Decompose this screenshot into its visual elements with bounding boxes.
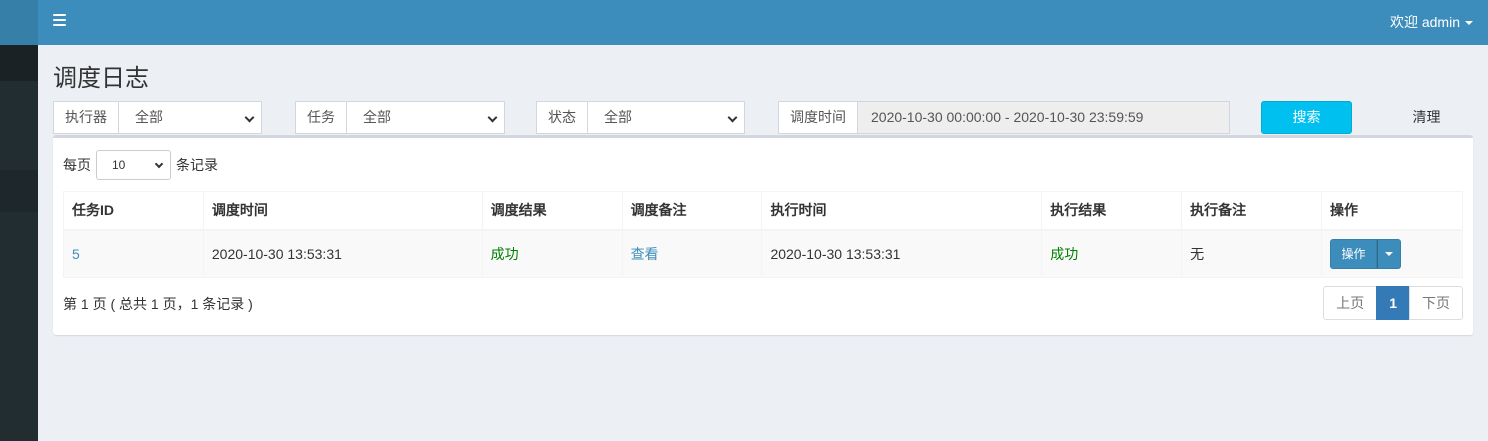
handle-msg-cell: 无	[1181, 229, 1323, 278]
time-label: 调度时间	[778, 101, 858, 134]
status-label: 状态	[536, 101, 588, 134]
job-id-link[interactable]: 5	[72, 246, 80, 262]
top-navbar: 欢迎 admin	[38, 0, 1488, 45]
current-page-button[interactable]: 1	[1376, 286, 1410, 320]
status-select-value: 全部	[604, 109, 632, 125]
job-select[interactable]: 全部	[347, 101, 505, 134]
chevron-down-icon	[727, 112, 738, 123]
trigger-time-cell: 2020-10-30 13:53:31	[202, 229, 483, 278]
sidebar	[0, 0, 38, 441]
handle-time-cell: 2020-10-30 13:53:31	[761, 229, 1043, 278]
page-title: 调度日志	[53, 65, 149, 92]
executor-filter: 执行器 全部	[53, 101, 262, 134]
page-length-control: 每页 10 条记录	[63, 150, 218, 180]
column-header[interactable]: 执行备注	[1181, 191, 1323, 231]
column-header[interactable]: 操作	[1321, 191, 1463, 231]
trigger-result: 成功	[490, 245, 519, 262]
job-label: 任务	[295, 101, 347, 134]
page-length-value: 10	[112, 158, 126, 172]
chevron-down-icon	[154, 159, 164, 169]
column-header[interactable]: 调度结果	[481, 191, 623, 231]
page-length-prefix: 每页	[63, 157, 91, 173]
table-header-row: 任务ID 调度时间 调度结果 调度备注 执行时间 执行结果 执行备注 操作	[63, 191, 1463, 231]
sidebar-item[interactable]	[0, 45, 38, 81]
handle-result: 成功	[1050, 245, 1079, 262]
pagination: 上页 1 下页	[1323, 286, 1463, 320]
column-header[interactable]: 执行结果	[1041, 191, 1183, 231]
time-range-input[interactable]: 2020-10-30 00:00:00 - 2020-10-30 23:59:5…	[858, 101, 1230, 134]
sidebar-item-active[interactable]	[0, 170, 38, 212]
table-row: 5 2020-10-30 13:53:31 成功 查看 2020-10-30 1…	[63, 229, 1463, 278]
status-select[interactable]: 全部	[588, 101, 745, 134]
column-header[interactable]: 调度时间	[202, 191, 483, 231]
pagination-info: 第 1 页 ( 总共 1 页，1 条记录 )	[63, 296, 253, 312]
clear-button[interactable]: 清理	[1381, 101, 1472, 134]
column-header[interactable]: 执行时间	[761, 191, 1043, 231]
executor-select[interactable]: 全部	[119, 101, 262, 134]
column-header[interactable]: 任务ID	[63, 191, 204, 231]
chevron-down-icon	[244, 112, 255, 123]
executor-select-value: 全部	[135, 109, 163, 125]
user-menu-label: 欢迎 admin	[1389, 14, 1460, 30]
column-header[interactable]: 调度备注	[621, 191, 763, 231]
action-cell: 操作	[1321, 229, 1463, 278]
executor-label: 执行器	[53, 101, 119, 134]
prev-page-button[interactable]: 上页	[1323, 286, 1378, 320]
log-table-box: 每页 10 条记录 任务ID 调度时间 调度结果 调度备注 执行时间 执行结果 …	[53, 135, 1473, 335]
next-page-button[interactable]: 下页	[1409, 286, 1463, 320]
chevron-down-icon	[487, 112, 498, 123]
job-filter: 任务 全部	[295, 101, 505, 134]
log-table: 任务ID 调度时间 调度结果 调度备注 执行时间 执行结果 执行备注 操作 5 …	[63, 191, 1463, 278]
caret-down-icon	[1385, 251, 1394, 256]
page-length-select[interactable]: 10	[96, 150, 171, 180]
status-filter: 状态 全部	[536, 101, 745, 134]
search-button[interactable]: 搜索	[1261, 101, 1352, 134]
action-button-group: 操作	[1330, 238, 1402, 269]
menu-toggle-icon[interactable]	[53, 14, 66, 26]
action-dropdown-toggle[interactable]	[1377, 238, 1402, 269]
caret-down-icon	[1465, 21, 1473, 26]
action-button[interactable]: 操作	[1330, 238, 1378, 269]
sidebar-logo	[0, 0, 38, 45]
page-length-suffix: 条记录	[176, 157, 218, 173]
trigger-msg-link[interactable]: 查看	[631, 246, 659, 262]
user-menu[interactable]: 欢迎 admin	[1390, 12, 1473, 32]
time-filter: 调度时间 2020-10-30 00:00:00 - 2020-10-30 23…	[778, 101, 1230, 134]
job-select-value: 全部	[363, 109, 391, 125]
